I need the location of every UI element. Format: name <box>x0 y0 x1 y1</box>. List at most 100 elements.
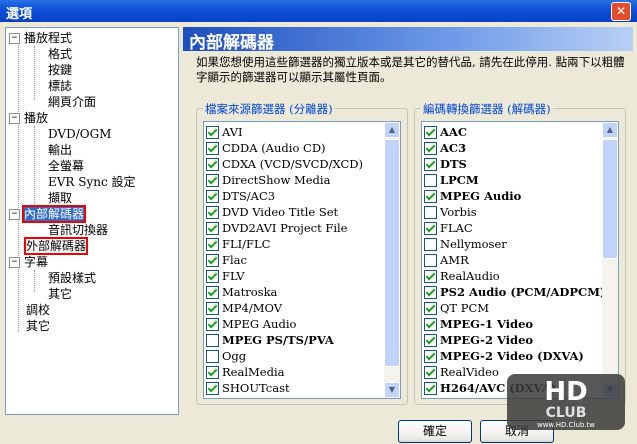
checkbox[interactable] <box>206 189 219 203</box>
filter-item[interactable]: LPCM <box>424 172 479 188</box>
filter-item[interactable]: MPEG Audio <box>206 316 296 332</box>
filter-item[interactable]: DTS <box>424 156 467 172</box>
checkbox[interactable] <box>206 269 219 283</box>
checkbox[interactable] <box>424 253 437 267</box>
filter-item[interactable]: PS2 Audio (PCM/ADPCM) <box>424 284 605 300</box>
tree-node-capture[interactable]: 擷取 <box>48 190 72 206</box>
tree-node-playback[interactable]: − 播放 <box>9 110 48 126</box>
checkbox[interactable] <box>206 141 219 155</box>
collapse-icon[interactable]: − <box>9 113 20 124</box>
filter-item[interactable]: RealMedia <box>206 364 284 380</box>
filter-item[interactable]: Vorbis <box>424 204 477 220</box>
options-tree[interactable]: − 播放程式 格式 按鍵 標誌 網頁介面 − 播放 DVD/OGM 輸出 全螢幕 E… <box>5 27 179 415</box>
filter-item[interactable]: QT PCM <box>424 300 489 316</box>
tree-node-misc[interactable]: 其它 <box>26 318 50 334</box>
filter-item[interactable]: MPEG-1 Video <box>424 316 533 332</box>
filter-item[interactable]: DTS/AC3 <box>206 188 275 204</box>
filter-item[interactable]: RealVideo <box>424 364 499 380</box>
scroll-up-icon[interactable]: ▲ <box>384 122 400 138</box>
filter-item[interactable]: MP4/MOV <box>206 300 282 316</box>
checkbox[interactable] <box>424 125 437 139</box>
transform-filters-list[interactable]: H264/AVC (DXVA) RealVideo MPEG-2 Video (DX… <box>421 121 619 399</box>
tree-node-output[interactable]: 輸出 <box>48 142 72 158</box>
source-filters-list[interactable]: SHOUTcast RealMedia Ogg MPEG PS/TS/PVA MPEG … <box>203 121 401 399</box>
ok-button[interactable]: 確定 <box>398 420 472 443</box>
tree-node-fullscreen[interactable]: 全螢幕 <box>48 158 84 174</box>
tree-node-audio-switcher[interactable]: 音訊切換器 <box>48 222 108 238</box>
filter-item[interactable]: AVI <box>206 124 243 140</box>
tree-node-tweaks[interactable]: 調校 <box>26 302 50 318</box>
filter-item[interactable]: Nellymoser <box>424 236 507 252</box>
checkbox[interactable] <box>424 285 437 299</box>
filter-item[interactable]: Matroska <box>206 284 277 300</box>
tree-node-format[interactable]: 格式 <box>48 46 72 62</box>
checkbox[interactable] <box>424 189 437 203</box>
checkbox[interactable] <box>206 125 219 139</box>
filter-item[interactable]: RealAudio <box>424 268 500 284</box>
checkbox[interactable] <box>206 333 219 347</box>
checkbox[interactable] <box>424 205 437 219</box>
filter-item[interactable]: MPEG Audio <box>424 188 521 204</box>
scroll-up-icon[interactable]: ▲ <box>602 122 618 138</box>
filter-item[interactable]: AAC <box>424 124 467 140</box>
tree-node-logo[interactable]: 標誌 <box>48 78 72 94</box>
filter-item[interactable]: FLAC <box>424 220 473 236</box>
tree-node-default-style[interactable]: 預設樣式 <box>48 270 96 286</box>
scroll-thumb[interactable] <box>384 139 400 367</box>
tree-node-external-filters[interactable]: 外部解碼器 <box>23 237 89 255</box>
checkbox[interactable] <box>206 157 219 171</box>
checkbox[interactable] <box>206 365 219 379</box>
filter-item[interactable]: MPEG-2 Video <box>424 332 533 348</box>
tree-node-web-interface[interactable]: 網頁介面 <box>48 94 96 110</box>
filter-item[interactable]: DVD Video Title Set <box>206 204 338 220</box>
checkbox[interactable] <box>424 301 437 315</box>
tree-node-subtitles-misc[interactable]: 其它 <box>48 286 72 302</box>
checkbox[interactable] <box>206 253 219 267</box>
scroll-thumb[interactable] <box>602 139 618 259</box>
filter-item[interactable]: Ogg <box>206 348 246 364</box>
checkbox[interactable] <box>424 317 437 331</box>
checkbox[interactable] <box>206 381 219 395</box>
transform-scrollbar[interactable]: ▲ ▼ <box>602 122 618 398</box>
checkbox[interactable] <box>424 157 437 171</box>
checkbox[interactable] <box>206 317 219 331</box>
tree-node-keys[interactable]: 按鍵 <box>48 62 72 78</box>
filter-item[interactable]: AMR <box>424 252 469 268</box>
checkbox[interactable] <box>424 381 437 395</box>
filter-item[interactable]: FLI/FLC <box>206 236 270 252</box>
tree-node-evr-sync[interactable]: EVR Sync 設定 <box>48 174 136 190</box>
filter-item[interactable]: MPEG-2 Video (DXVA) <box>424 348 584 364</box>
filter-item[interactable]: CDXA (VCD/SVCD/XCD) <box>206 156 363 172</box>
checkbox[interactable] <box>424 365 437 379</box>
tree-node-player[interactable]: − 播放程式 <box>9 30 72 46</box>
checkbox[interactable] <box>424 173 437 187</box>
checkbox[interactable] <box>206 173 219 187</box>
checkbox[interactable] <box>206 237 219 251</box>
checkbox[interactable] <box>424 141 437 155</box>
collapse-icon[interactable]: − <box>9 257 20 268</box>
checkbox[interactable] <box>424 221 437 235</box>
checkbox[interactable] <box>206 221 219 235</box>
filter-item[interactable]: DVD2AVI Project File <box>206 220 347 236</box>
filter-item[interactable]: MPEG PS/TS/PVA <box>206 332 334 348</box>
collapse-icon[interactable]: − <box>9 209 20 220</box>
filter-item[interactable]: AC3 <box>424 140 466 156</box>
checkbox[interactable] <box>424 333 437 347</box>
checkbox[interactable] <box>424 349 437 363</box>
filter-item[interactable]: Flac <box>206 252 247 268</box>
checkbox[interactable] <box>424 237 437 251</box>
checkbox[interactable] <box>206 349 219 363</box>
tree-node-dvd-ogm[interactable]: DVD/OGM <box>48 126 111 142</box>
scroll-down-icon[interactable]: ▼ <box>384 382 400 398</box>
source-scrollbar[interactable]: ▲ ▼ <box>384 122 400 398</box>
filter-item[interactable]: FLV <box>206 268 245 284</box>
tree-node-internal-filters[interactable]: − 內部解碼器 <box>9 205 87 223</box>
filter-item[interactable]: DirectShow Media <box>206 172 330 188</box>
checkbox[interactable] <box>206 205 219 219</box>
tree-node-subtitles[interactable]: − 字幕 <box>9 254 48 270</box>
checkbox[interactable] <box>206 285 219 299</box>
collapse-icon[interactable]: − <box>9 33 20 44</box>
filter-item[interactable]: CDDA (Audio CD) <box>206 140 326 156</box>
checkbox[interactable] <box>424 269 437 283</box>
checkbox[interactable] <box>206 301 219 315</box>
